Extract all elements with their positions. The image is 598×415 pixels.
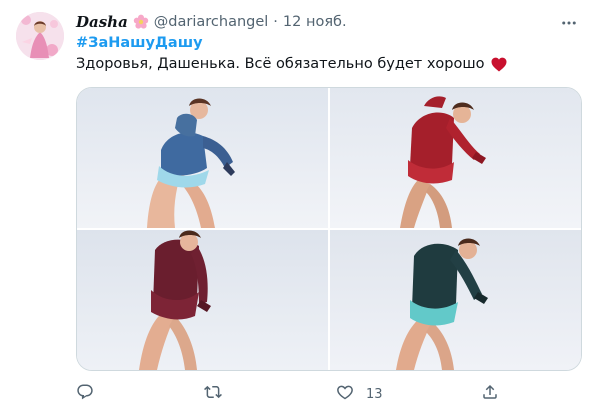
photo-2[interactable] [330,88,581,228]
tweet-header: Dasha @dariarchangel · 12 нояб. [76,12,347,32]
photo-4[interactable] [330,230,581,370]
retweet-icon [204,383,222,405]
separator-dot: · [273,14,278,30]
media-grid[interactable] [76,87,582,371]
timestamp[interactable]: 12 нояб. [283,14,347,30]
tweet-actions: 13 [76,382,582,406]
share-icon [481,383,499,405]
avatar[interactable] [16,12,64,60]
share-button[interactable] [481,382,499,406]
flower-icon [133,14,149,30]
display-name[interactable]: Dasha [76,13,128,31]
tweet-text: Здоровья, Дашенька. Всё обязательно буде… [76,56,507,72]
tweet[interactable]: Dasha @dariarchangel · 12 нояб. #ЗаНашуД… [0,0,598,415]
more-icon[interactable] [556,10,582,36]
reply-icon [76,383,94,405]
like-count: 13 [366,386,383,402]
handle[interactable]: @dariarchangel [154,14,269,30]
photo-1[interactable] [77,88,328,228]
hashtag-link[interactable]: #ЗаНашуДашу [76,35,203,51]
like-button[interactable]: 13 [336,382,383,406]
photo-3[interactable] [77,230,328,370]
reply-button[interactable] [76,382,94,406]
like-icon [336,383,354,405]
tweet-text-body: Здоровья, Дашенька. Всё обязательно буде… [76,56,485,72]
heart-icon [491,57,507,72]
retweet-button[interactable] [204,382,222,406]
